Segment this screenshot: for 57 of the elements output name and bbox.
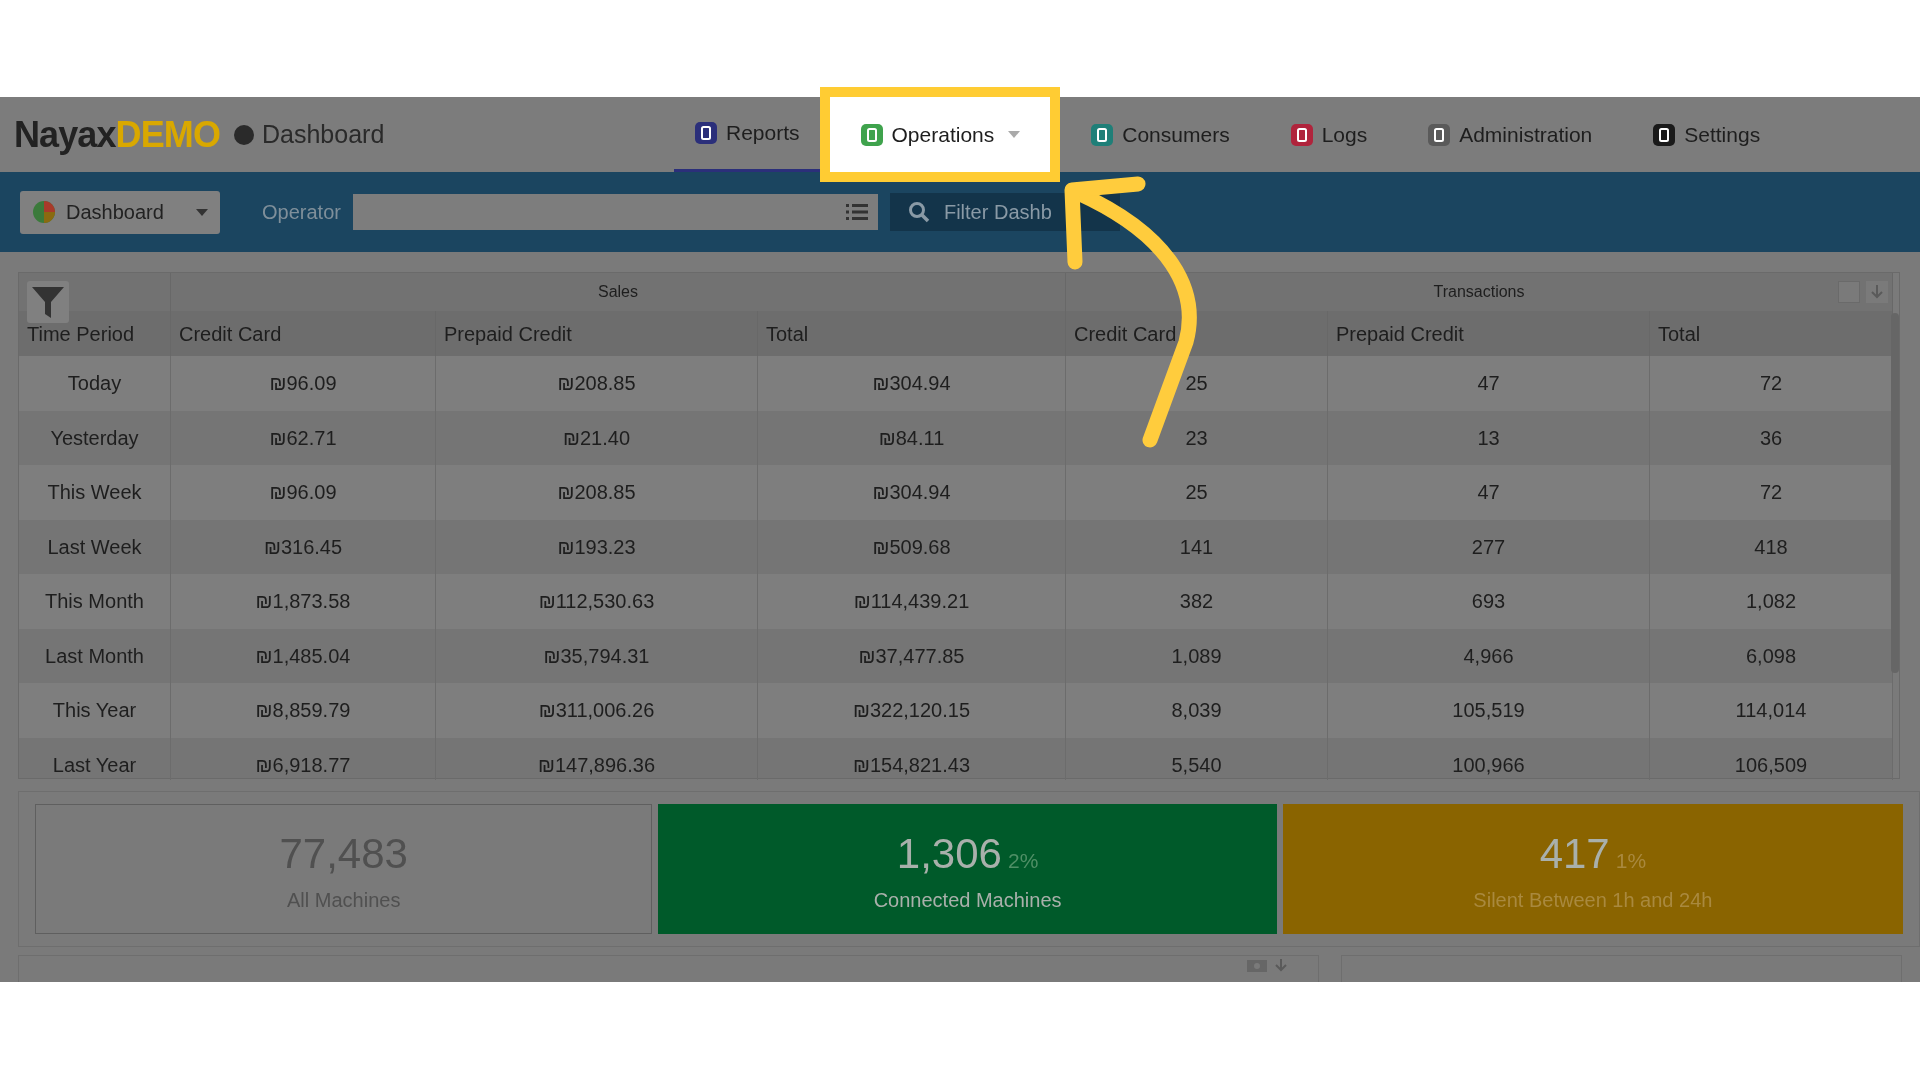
- search-icon: [907, 201, 930, 223]
- table-cell: ₪304.94: [758, 356, 1066, 411]
- table-cell: ₪96.09: [171, 465, 436, 520]
- stat-card[interactable]: 1,306 2% Connected Machines: [658, 803, 1277, 934]
- table-cell: 25: [1066, 465, 1328, 520]
- filter-icon[interactable]: [27, 281, 69, 323]
- table-cell: ₪96.09: [171, 356, 436, 411]
- table-cell: ₪8,859.79: [171, 683, 436, 738]
- table-cell: ₪311,006.26: [436, 683, 758, 738]
- caret-icon: [1008, 131, 1021, 138]
- stat-label: Connected Machines: [873, 888, 1062, 913]
- dashboard-dropdown[interactable]: Dashboard: [20, 190, 220, 234]
- table-cell: ₪1,873.58: [171, 574, 436, 629]
- table-cell: This Month: [19, 574, 171, 629]
- table-cell: 47: [1328, 356, 1650, 411]
- table-cell: Today: [19, 356, 171, 411]
- table-cell: This Year: [19, 683, 171, 738]
- stat-label: Silent Between 1h and 24h: [1473, 888, 1713, 913]
- nav-tab[interactable]: Consumers: [1060, 97, 1260, 172]
- list-icon[interactable]: [845, 203, 868, 221]
- table-cell: ₪304.94: [758, 465, 1066, 520]
- stat-value: 1,306: [896, 829, 1002, 879]
- table-cell: ₪322,120.15: [758, 683, 1066, 738]
- table-cell: 114,014: [1650, 683, 1893, 738]
- nav-tab[interactable]: Logs: [1259, 97, 1398, 172]
- table-cell: 25: [1066, 356, 1328, 411]
- table-cell: 382: [1066, 574, 1328, 629]
- table-cell: ₪154,821.43: [758, 737, 1066, 780]
- table-cell: 693: [1328, 574, 1650, 629]
- table-cell: ₪208.85: [436, 465, 758, 520]
- table-cell: ₪112,530.63: [436, 574, 758, 629]
- nav-tab[interactable]: Administration: [1397, 97, 1623, 172]
- table-cell: 8,039: [1066, 683, 1328, 738]
- table-cell: ₪6,918.77: [171, 737, 436, 780]
- breadcrumb: Dashboard: [262, 118, 385, 150]
- stat-percent: 2%: [1007, 848, 1039, 874]
- operator-label: Operator: [262, 200, 341, 225]
- pie-chart-icon: [32, 200, 56, 224]
- table-cell: This Week: [19, 465, 171, 520]
- logo: NayaxDEMO: [14, 116, 220, 153]
- table-cell: Last Year: [19, 737, 171, 780]
- table-cell: ₪114,439.21: [758, 574, 1066, 629]
- table-cell: 100,966: [1328, 737, 1650, 780]
- table-cell: 47: [1328, 465, 1650, 520]
- stat-card[interactable]: 417 1% Silent Between 1h and 24h: [1282, 803, 1903, 934]
- download-icon[interactable]: [1866, 281, 1888, 303]
- caret-icon: [196, 208, 208, 216]
- table-cell: 5,540: [1066, 737, 1328, 780]
- stat-percent: 1%: [1615, 848, 1647, 874]
- nav-tab[interactable]: Settings: [1622, 97, 1791, 172]
- table-cell: ₪147,896.36: [436, 737, 758, 780]
- operator-field[interactable]: [352, 194, 878, 230]
- table-cell: 106,509: [1650, 737, 1893, 780]
- scrollbar[interactable]: [1891, 313, 1899, 673]
- stat-value: 417: [1539, 829, 1610, 879]
- table-cell: 105,519: [1328, 683, 1650, 738]
- table-cell: ₪208.85: [436, 356, 758, 411]
